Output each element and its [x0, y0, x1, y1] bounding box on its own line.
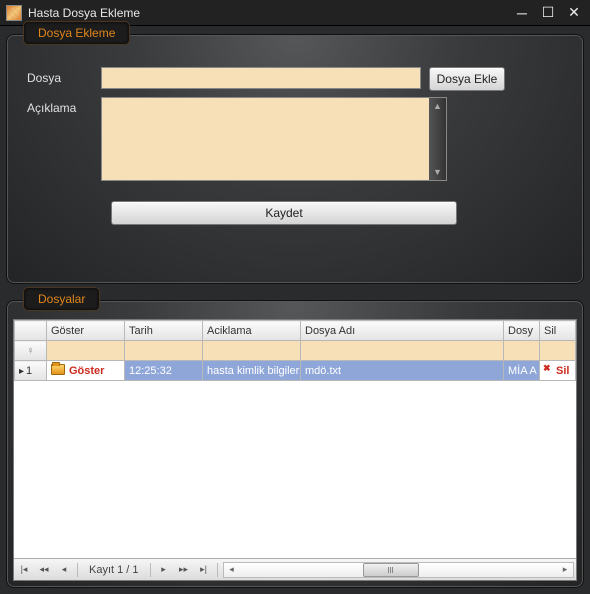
cell-desc: hasta kimlik bilgileri: [203, 361, 301, 381]
nav-next-page-button[interactable]: ▸▸: [175, 561, 193, 579]
app-icon: [6, 5, 22, 21]
minimize-button[interactable]: ─: [510, 4, 534, 22]
save-button[interactable]: Kaydet: [111, 201, 457, 225]
table-row[interactable]: ▸1 Göster 12:25:32 hasta kimlik bilgiler…: [15, 361, 576, 381]
delete-label: Sil: [556, 365, 569, 377]
filter-show[interactable]: [47, 341, 125, 361]
hscroll-right-icon[interactable]: ▸: [557, 564, 573, 575]
cell-date: 12:25:32: [125, 361, 203, 381]
col-show[interactable]: Göster: [47, 321, 125, 341]
grid-header-row: Göster Tarih Aciklama Dosya Adı Dosy Sil: [15, 321, 576, 341]
col-date[interactable]: Tarih: [125, 321, 203, 341]
filter-indicator-icon[interactable]: ♀: [15, 341, 47, 361]
close-button[interactable]: ✕: [562, 4, 586, 22]
folder-icon: [51, 364, 65, 375]
attach-file-button[interactable]: Dosya Ekle: [429, 67, 505, 91]
form-panel-title: Dosya Ekleme: [23, 21, 130, 45]
delete-file-button[interactable]: Sil: [540, 361, 576, 381]
desc-textarea-wrap: ▲ ▼: [101, 97, 447, 181]
cell-by: MİA A: [504, 361, 540, 381]
file-label: Dosya: [21, 67, 101, 85]
nav-next-button[interactable]: ▸: [155, 561, 173, 579]
list-panel-title: Dosyalar: [23, 287, 100, 311]
col-name[interactable]: Dosya Adı: [301, 321, 504, 341]
scroll-down-icon[interactable]: ▼: [429, 164, 446, 180]
scroll-up-icon[interactable]: ▲: [429, 98, 446, 114]
nav-prev-page-button[interactable]: ◂◂: [35, 561, 53, 579]
filter-row: ♀: [15, 341, 576, 361]
grid-container: Göster Tarih Aciklama Dosya Adı Dosy Sil…: [13, 319, 577, 581]
cell-name: mdö.txt: [301, 361, 504, 381]
col-by[interactable]: Dosy: [504, 321, 540, 341]
maximize-button[interactable]: ☐: [536, 4, 560, 22]
nav-first-button[interactable]: |◂: [15, 561, 33, 579]
filter-by[interactable]: [504, 341, 540, 361]
textarea-scrollbar[interactable]: ▲ ▼: [429, 98, 446, 180]
record-counter: Kayıt 1 / 1: [89, 564, 139, 576]
record-navigator: |◂ ◂◂ ◂ Kayıt 1 / 1 ▸ ▸▸ ▸| ◂ ▸: [14, 558, 576, 580]
form-panel: Dosya Ekleme Dosya Dosya Ekle Açıklama ▲…: [6, 34, 584, 284]
nav-separator: [150, 563, 151, 577]
show-label: Göster: [69, 365, 104, 377]
window-title: Hasta Dosya Ekleme: [28, 6, 508, 20]
row-index: 1: [26, 365, 32, 377]
desc-label: Açıklama: [21, 97, 101, 115]
horizontal-scrollbar[interactable]: ◂ ▸: [223, 562, 574, 578]
nav-last-button[interactable]: ▸|: [195, 561, 213, 579]
nav-prev-button[interactable]: ◂: [55, 561, 73, 579]
filter-del[interactable]: [540, 341, 576, 361]
filter-desc[interactable]: [203, 341, 301, 361]
hscroll-left-icon[interactable]: ◂: [224, 564, 240, 575]
col-del[interactable]: Sil: [540, 321, 576, 341]
filter-name[interactable]: [301, 341, 504, 361]
row-indicator: ▸1: [15, 361, 47, 381]
files-grid: Göster Tarih Aciklama Dosya Adı Dosy Sil…: [14, 320, 576, 558]
col-desc[interactable]: Aciklama: [203, 321, 301, 341]
nav-separator: [217, 563, 218, 577]
description-input[interactable]: [102, 98, 429, 180]
list-panel: Dosyalar Göster Tarih Aciklama Dosy: [6, 300, 584, 588]
window-body: Dosya Ekleme Dosya Dosya Ekle Açıklama ▲…: [0, 26, 590, 594]
desc-row: Açıklama ▲ ▼: [21, 97, 569, 181]
nav-separator: [77, 563, 78, 577]
current-row-icon: ▸: [19, 366, 24, 377]
file-row: Dosya Dosya Ekle: [21, 67, 569, 91]
hscroll-thumb[interactable]: [363, 563, 419, 577]
filter-date[interactable]: [125, 341, 203, 361]
col-indicator[interactable]: [15, 321, 47, 341]
show-file-button[interactable]: Göster: [47, 361, 125, 381]
file-path-input[interactable]: [101, 67, 421, 89]
